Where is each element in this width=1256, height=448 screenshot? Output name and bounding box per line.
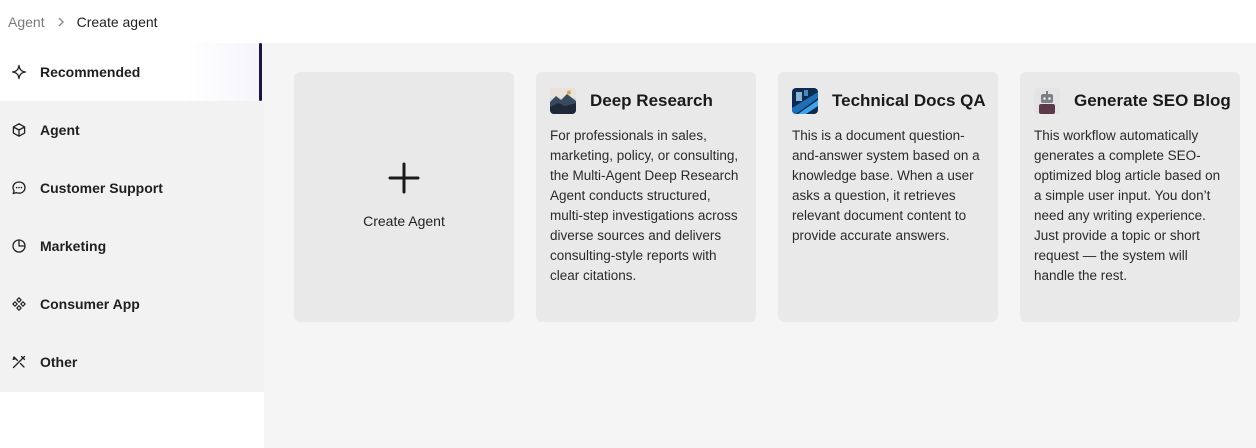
sidebar-item-customer-support[interactable]: Customer Support (0, 159, 264, 217)
template-card-generate-seo-blog[interactable]: Generate SEO Blog This workflow automati… (1020, 72, 1240, 322)
sidebar-item-label: Customer Support (40, 180, 163, 196)
sidebar-item-marketing[interactable]: Marketing (0, 217, 264, 275)
card-description: This workflow automatically generates a … (1034, 128, 1221, 283)
robot-thumbnail (1034, 88, 1060, 114)
sidebar: Recommended Agent Customer Support Marke… (0, 43, 264, 448)
create-agent-label: Create Agent (363, 213, 445, 229)
chat-bubble-icon (10, 179, 28, 197)
breadcrumb: Agent Create agent (0, 0, 1256, 43)
sidebar-item-consumer-app[interactable]: Consumer App (0, 275, 264, 333)
card-title: Deep Research (590, 91, 713, 110)
grid-diamond-icon (10, 295, 28, 313)
sidebar-item-label: Agent (40, 122, 80, 138)
create-agent-card[interactable]: Create Agent (294, 72, 514, 322)
sparkle-icon (10, 63, 28, 81)
sidebar-item-label: Marketing (40, 238, 107, 254)
sidebar-item-recommended[interactable]: Recommended (0, 43, 264, 101)
blue-abstract-thumbnail (792, 88, 818, 114)
sidebar-item-other[interactable]: Other (0, 333, 264, 391)
chevron-right-icon (57, 17, 65, 27)
main-content: Create Agent Deep Research For professio… (264, 43, 1256, 448)
card-description: This is a document question-and-answer s… (792, 128, 980, 243)
card-description: For professionals in sales, marketing, p… (550, 128, 739, 283)
template-cards: Create Agent Deep Research For professio… (294, 72, 1240, 322)
tools-icon (10, 353, 28, 371)
card-title: Generate SEO Blog (1074, 91, 1231, 110)
breadcrumb-parent-link[interactable]: Agent (8, 14, 45, 30)
landscape-thumbnail (550, 88, 576, 114)
plus-icon (387, 161, 421, 195)
pie-chart-icon (10, 237, 28, 255)
category-list: Recommended Agent Customer Support Marke… (0, 43, 264, 392)
cube-icon (10, 121, 28, 139)
sidebar-item-label: Other (40, 354, 78, 370)
card-title: Technical Docs QA (832, 91, 986, 110)
card-header: Technical Docs QA (792, 88, 986, 114)
sidebar-item-agent[interactable]: Agent (0, 101, 264, 159)
sidebar-item-label: Consumer App (40, 296, 140, 312)
template-card-technical-docs-qa[interactable]: Technical Docs QA This is a document que… (778, 72, 998, 322)
sidebar-item-label: Recommended (40, 64, 141, 80)
breadcrumb-current: Create agent (76, 13, 158, 30)
template-card-deep-research[interactable]: Deep Research For professionals in sales… (536, 72, 756, 322)
card-header: Generate SEO Blog (1034, 88, 1231, 114)
card-header: Deep Research (550, 88, 742, 114)
